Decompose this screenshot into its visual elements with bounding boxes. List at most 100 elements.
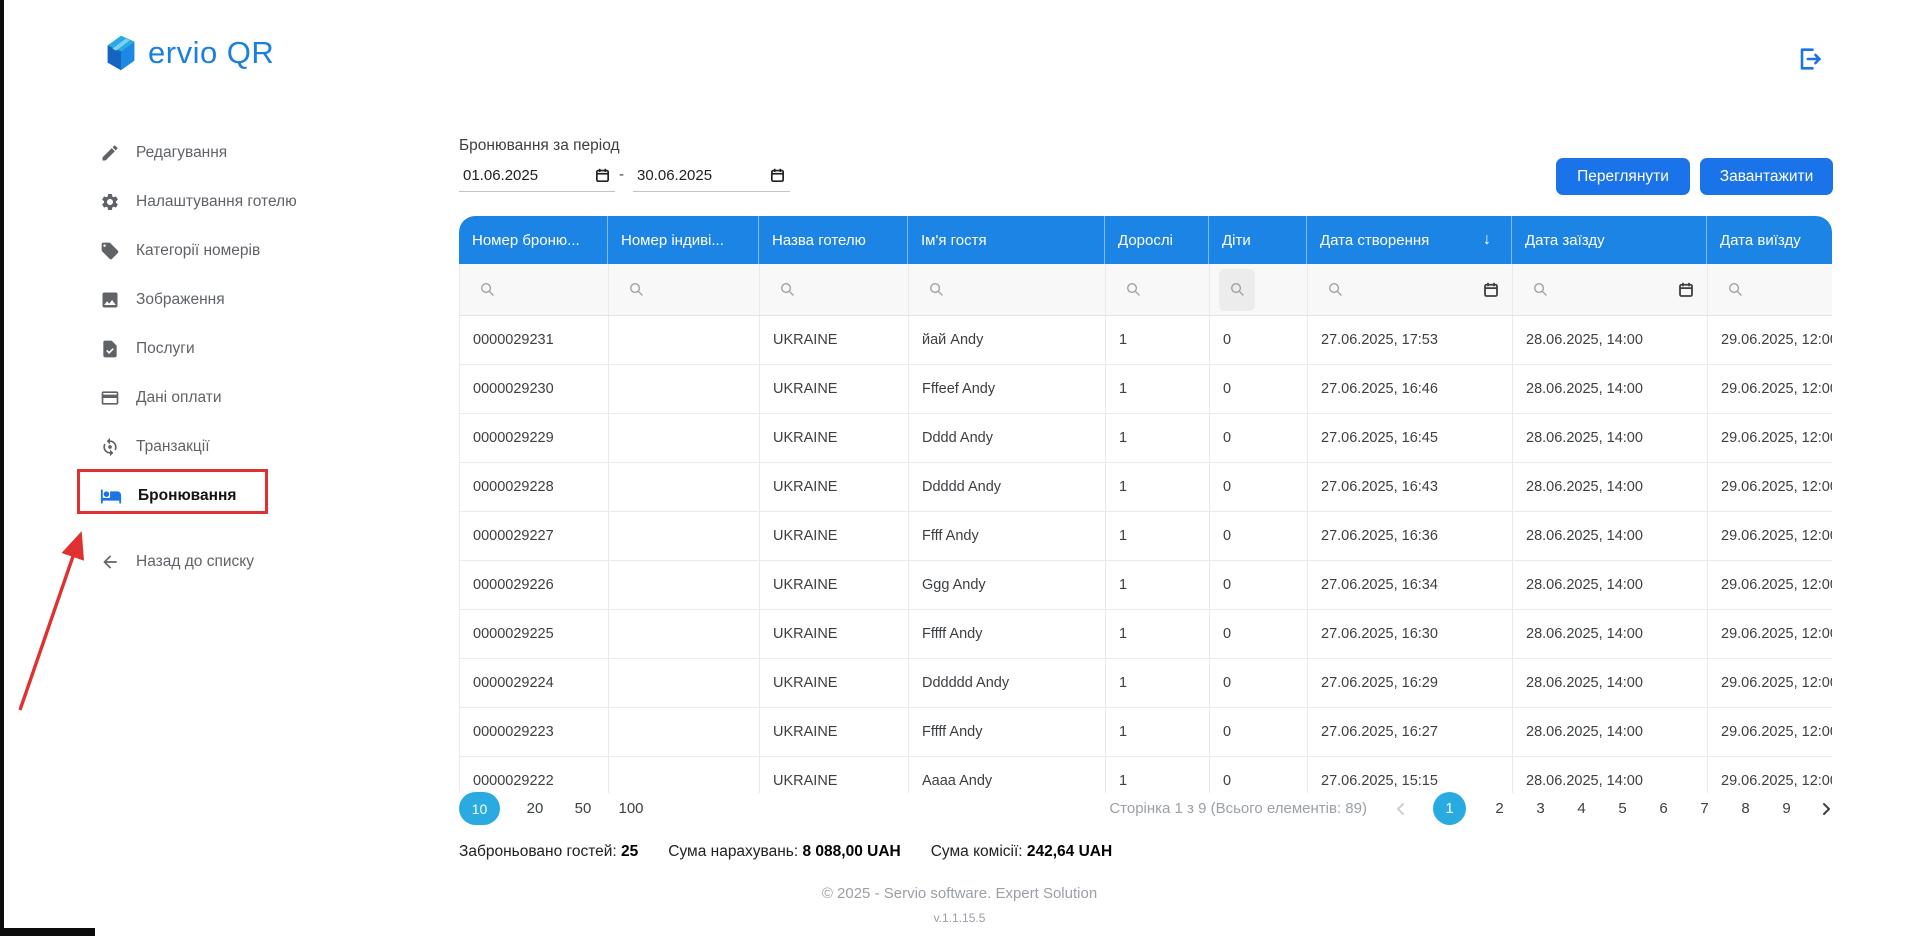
filter-cell[interactable] (1210, 264, 1308, 315)
search-icon[interactable] (1522, 269, 1558, 311)
table-cell: Fffeef Andy (909, 365, 1106, 413)
column-header[interactable]: Діти (1209, 216, 1307, 264)
search-icon[interactable] (1317, 269, 1353, 311)
page-size-option[interactable]: 10 (459, 792, 500, 825)
table-cell: 27.06.2025, 16:43 (1308, 463, 1513, 511)
transactions-icon (100, 437, 120, 457)
sidebar-item-hotel-settings[interactable]: Налаштування готелю (100, 177, 335, 226)
arrow-down-icon[interactable]: ↓ (1483, 231, 1491, 249)
table-row[interactable]: 0000029225UKRAINEFffff Andy1027.06.2025,… (459, 610, 1832, 659)
table-body: 0000029231UKRAINEйай Andy1027.06.2025, 1… (459, 316, 1832, 793)
table-cell: UKRAINE (760, 610, 909, 658)
filter-cell[interactable] (1308, 264, 1513, 315)
sidebar-item-edit[interactable]: Редагування (100, 128, 335, 177)
search-icon[interactable] (618, 269, 654, 311)
column-header[interactable]: Дата заїзду (1512, 216, 1707, 264)
chevron-right-icon[interactable] (1819, 801, 1833, 817)
filter-cell[interactable] (1708, 264, 1832, 315)
search-icon[interactable] (1717, 269, 1753, 311)
table-cell: 1 (1106, 757, 1210, 793)
table-row[interactable]: 0000029228UKRAINEDdddd Andy1027.06.2025,… (459, 463, 1832, 512)
image-icon (100, 290, 120, 310)
date-to-input[interactable]: 30.06.2025 (633, 160, 790, 192)
bed-icon (100, 485, 122, 507)
chevron-left-icon[interactable] (1394, 801, 1408, 817)
page-size-option[interactable]: 50 (570, 800, 596, 817)
commission-summary: Сума комісії: 242,64 UAH (931, 843, 1112, 861)
table-row[interactable]: 0000029222UKRAINEAaaa Andy1027.06.2025, … (459, 757, 1832, 793)
table-cell: 28.06.2025, 14:00 (1513, 316, 1708, 364)
column-header[interactable]: Номер індиві... (608, 216, 759, 264)
logout-button[interactable] (1795, 45, 1823, 73)
filter-cell[interactable] (1513, 264, 1708, 315)
table-row[interactable]: 0000029224UKRAINEDddddd Andy1027.06.2025… (459, 659, 1832, 708)
page-number[interactable]: 6 (1656, 800, 1671, 817)
page-number[interactable]: 5 (1615, 800, 1630, 817)
page-number[interactable]: 1 (1433, 792, 1466, 825)
table-row[interactable]: 0000029227UKRAINEFfff Andy1027.06.2025, … (459, 512, 1832, 561)
sidebar-item-bookings[interactable]: Бронювання (100, 471, 335, 520)
sidebar-item-room-categories[interactable]: Категорії номерів (100, 226, 335, 275)
column-header[interactable]: Ім'я гостя (908, 216, 1105, 264)
table-cell (609, 414, 760, 462)
table-row[interactable]: 0000029223UKRAINEFffff Andy1027.06.2025,… (459, 708, 1832, 757)
sidebar-item-services[interactable]: Послуги (100, 324, 335, 373)
page-number[interactable]: 3 (1533, 800, 1548, 817)
table-cell: UKRAINE (760, 414, 909, 462)
page-size-option[interactable]: 100 (618, 800, 644, 817)
table-row[interactable]: 0000029229UKRAINEDddd Andy1027.06.2025, … (459, 414, 1832, 463)
sidebar-item-label: Категорії номерів (136, 242, 260, 260)
date-to-value: 30.06.2025 (637, 167, 712, 184)
table-cell (609, 708, 760, 756)
search-icon[interactable] (1219, 269, 1255, 311)
filter-cell[interactable] (609, 264, 760, 315)
column-header[interactable]: Дата виїзду (1707, 216, 1832, 264)
table-cell: 0 (1210, 463, 1308, 511)
download-button[interactable]: Завантажити (1700, 158, 1833, 195)
page-number[interactable]: 9 (1779, 800, 1794, 817)
search-icon[interactable] (769, 269, 805, 311)
view-button[interactable]: Переглянути (1556, 158, 1690, 195)
date-range-separator: - (619, 166, 624, 183)
calendar-icon[interactable] (1482, 281, 1500, 299)
search-icon[interactable] (1115, 269, 1151, 311)
filter-cell[interactable] (460, 264, 609, 315)
sidebar-item-images[interactable]: Зображення (100, 275, 335, 324)
column-header-label: Ім'я гостя (921, 232, 987, 249)
table-cell: 0 (1210, 561, 1308, 609)
page-number[interactable]: 7 (1697, 800, 1712, 817)
column-header[interactable]: Назва готелю (759, 216, 908, 264)
filter-cell[interactable] (1106, 264, 1210, 315)
document-check-icon (100, 339, 120, 359)
calendar-icon[interactable] (1677, 281, 1695, 299)
date-from-input[interactable]: 01.06.2025 (459, 160, 615, 192)
column-header[interactable]: Номер броню... (459, 216, 608, 264)
page-number[interactable]: 4 (1574, 800, 1589, 817)
column-header[interactable]: Дорослі (1105, 216, 1209, 264)
pagination-info: Сторінка 1 з 9 (Всього елементів: 89) (1109, 800, 1367, 817)
column-header[interactable]: Дата створення↓ (1307, 216, 1512, 264)
table-row[interactable]: 0000029231UKRAINEйай Andy1027.06.2025, 1… (459, 316, 1832, 365)
calendar-icon[interactable] (594, 167, 611, 184)
page-number[interactable]: 2 (1492, 800, 1507, 817)
search-icon[interactable] (918, 269, 954, 311)
sidebar-item-payment-data[interactable]: Дані оплати (100, 373, 335, 422)
table-cell: 0 (1210, 659, 1308, 707)
page-size-option[interactable]: 20 (522, 800, 548, 817)
sidebar-item-transactions[interactable]: Транзакції (100, 422, 335, 471)
sidebar-item-back-to-list[interactable]: Назад до списку (100, 537, 335, 586)
table-row[interactable]: 0000029230UKRAINEFffeef Andy1027.06.2025… (459, 365, 1832, 414)
calendar-icon[interactable] (769, 167, 786, 184)
filter-cell[interactable] (760, 264, 909, 315)
table-cell: UKRAINE (760, 316, 909, 364)
filter-cell[interactable] (909, 264, 1106, 315)
table-row[interactable]: 0000029226UKRAINEGgg Andy1027.06.2025, 1… (459, 561, 1832, 610)
search-icon[interactable] (469, 269, 505, 311)
page-number[interactable]: 8 (1738, 800, 1753, 817)
table-cell: 0000029224 (460, 659, 609, 707)
table-cell: Fffff Andy (909, 610, 1106, 658)
table-cell: Aaaa Andy (909, 757, 1106, 793)
footer-copyright: © 2025 - Servio software. Expert Solutio… (0, 885, 1919, 902)
table-cell: 0000029230 (460, 365, 609, 413)
table-cell: 27.06.2025, 16:34 (1308, 561, 1513, 609)
